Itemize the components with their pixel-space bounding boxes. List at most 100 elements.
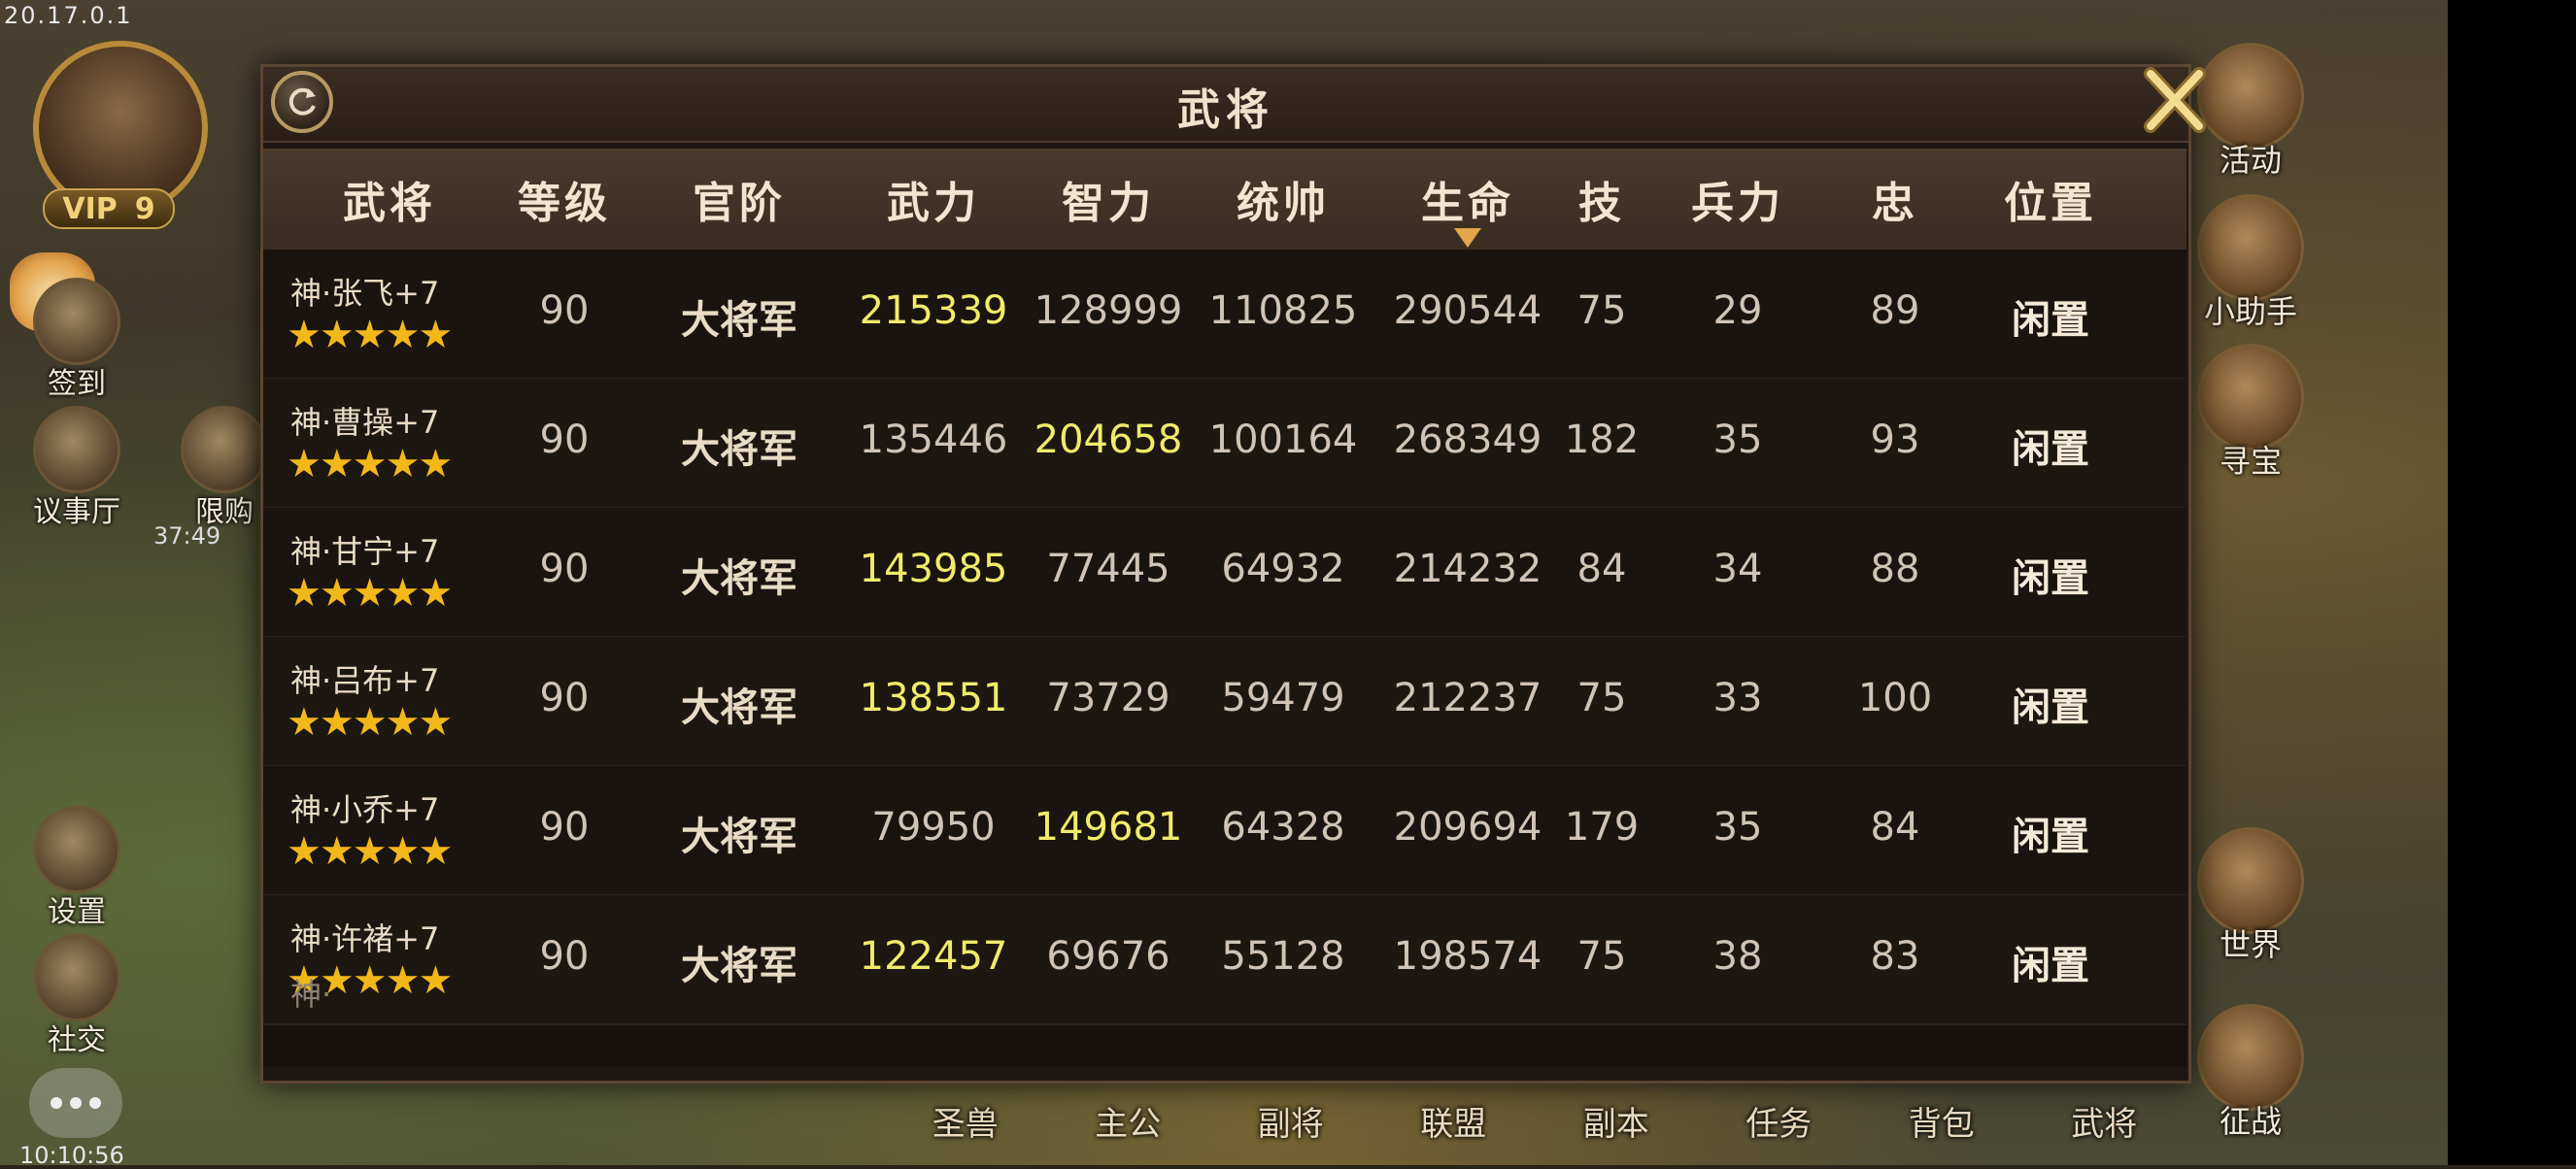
- cell-command: 55128: [1221, 934, 1345, 979]
- chat-button[interactable]: [29, 1068, 122, 1138]
- dragon-world-icon: [2197, 827, 2304, 934]
- generals-table: 武将 等级 官阶 武力 智力 统帅 生命 技 兵力 忠 位置 神·张飞+7 ★★★…: [263, 149, 2186, 1067]
- column-header-troops[interactable]: 兵力: [1650, 168, 1825, 230]
- star-rating-icon: ★★★★★: [287, 313, 453, 357]
- nav-item-dungeon[interactable]: 副本: [1535, 1097, 1698, 1155]
- cell-level: 90: [539, 805, 590, 850]
- cell-force: 215339: [859, 288, 1008, 333]
- cell-skill: 75: [1576, 934, 1627, 979]
- general-name: 神·甘宁+7: [290, 533, 440, 570]
- column-header-command[interactable]: 统帅: [1196, 168, 1371, 230]
- chat-dot-icon: [89, 1097, 101, 1109]
- cell-life: 212237: [1393, 676, 1542, 720]
- cell-skill: 182: [1564, 418, 1640, 462]
- cell-life: 209694: [1393, 805, 1542, 850]
- cell-rank: 大将军: [681, 556, 797, 601]
- sidebar-item-label: 设置: [48, 895, 106, 929]
- close-icon: [2144, 67, 2206, 133]
- sort-descending-icon: [1454, 228, 1481, 248]
- cell-rank: 大将军: [681, 815, 797, 859]
- column-header-life[interactable]: 生命: [1380, 168, 1555, 230]
- table-row[interactable]: 神·许褚+7 ★★★★★ 90 大将军 122457 69676 55128 198574 75…: [263, 895, 2186, 1025]
- cell-command: 59479: [1221, 676, 1345, 720]
- table-row[interactable]: 神·小乔+7 ★★★★★ 90 大将军 79950 149681 64328 209694 17…: [263, 766, 2186, 896]
- sidebar-item-sign-in[interactable]: 签到: [23, 278, 130, 402]
- version-label: 20.17.0.1: [4, 2, 133, 29]
- cell-intel: 128999: [1034, 288, 1183, 333]
- nav-item-quests[interactable]: 任务: [1698, 1097, 1861, 1155]
- cell-level: 90: [539, 288, 590, 333]
- sidebar-item-world[interactable]: 世界: [2187, 827, 2314, 965]
- cell-life: 268349: [1393, 418, 1542, 462]
- vip-level: 9: [134, 191, 155, 226]
- column-header-skill[interactable]: 技: [1563, 168, 1641, 230]
- dragon-battle-icon: [2197, 1004, 2304, 1111]
- cell-position[interactable]: 闲置: [1963, 547, 2138, 603]
- cell-troops: 29: [1712, 288, 1763, 333]
- dialog-title: 武将: [1177, 85, 1274, 135]
- star-rating-icon: ★★★★★: [287, 829, 453, 874]
- sidebar-item-council-hall[interactable]: 议事厅: [23, 406, 130, 530]
- sidebar-item-label: 议事厅: [33, 495, 120, 529]
- column-header-force[interactable]: 武力: [846, 168, 1021, 230]
- cell-rank: 大将军: [681, 685, 797, 730]
- vip-label: VIP: [62, 191, 118, 226]
- sidebar-item-label: 世界: [2219, 926, 2282, 963]
- nav-item-generals[interactable]: 武将: [2023, 1097, 2186, 1155]
- treasure-chest-icon: [2197, 344, 2304, 451]
- chat-dot-icon: [51, 1097, 62, 1109]
- column-header-intel[interactable]: 智力: [1021, 168, 1196, 230]
- nav-item-sacred-beast[interactable]: 圣兽: [884, 1097, 1047, 1155]
- table-row[interactable]: 神·张飞+7 ★★★★★ 90 大将军 215339 128999 110825 290544…: [263, 250, 2186, 380]
- table-row[interactable]: 神·吕布+7 ★★★★★ 90 大将军 138551 73729 59479 212237 75…: [263, 637, 2186, 767]
- table-row[interactable]: 神·甘宁+7 ★★★★★ 90 大将军 143985 77445 64932 214232 84…: [263, 508, 2186, 638]
- cell-intel: 204658: [1034, 418, 1183, 462]
- cell-position[interactable]: 闲置: [1963, 288, 2138, 345]
- nav-item-alliance[interactable]: 联盟: [1373, 1097, 1536, 1155]
- column-header-level[interactable]: 等级: [487, 168, 642, 230]
- cell-skill: 84: [1576, 547, 1627, 591]
- cell-rank: 大将军: [681, 944, 797, 988]
- screen-edge-bar: [2448, 0, 2576, 1165]
- nav-item-lord[interactable]: 主公: [1047, 1097, 1210, 1155]
- cell-skill: 75: [1576, 288, 1627, 333]
- sidebar-item-label: 小助手: [2203, 293, 2297, 330]
- cell-command: 110825: [1208, 288, 1358, 333]
- general-name: 神·曹操+7: [290, 404, 440, 441]
- column-header-position[interactable]: 位置: [1963, 168, 2138, 230]
- sidebar-item-settings[interactable]: 设置: [23, 806, 130, 930]
- bottom-nav: 圣兽 主公 副将 联盟 副本 任务 背包 武将: [884, 1097, 2186, 1155]
- cell-command: 64932: [1221, 547, 1345, 591]
- column-header-loyalty[interactable]: 忠: [1837, 168, 1953, 230]
- cell-level: 90: [539, 934, 590, 979]
- nav-item-backpack[interactable]: 背包: [1860, 1097, 2023, 1155]
- cell-troops: 38: [1712, 934, 1763, 979]
- close-button[interactable]: [2138, 63, 2212, 137]
- cell-loyalty: 89: [1870, 288, 1920, 333]
- cell-position[interactable]: 闲置: [1963, 934, 2138, 990]
- chat-dot-icon: [70, 1097, 82, 1109]
- column-header-rank[interactable]: 官阶: [652, 168, 827, 230]
- cell-force: 138551: [859, 676, 1008, 720]
- sidebar-item-campaign[interactable]: 征战: [2187, 1004, 2314, 1142]
- cell-position[interactable]: 闲置: [1963, 418, 2138, 474]
- cell-life: 198574: [1393, 934, 1542, 979]
- sidebar-item-treasure-hunt[interactable]: 寻宝: [2187, 344, 2314, 482]
- cell-intel: 77445: [1046, 547, 1170, 591]
- cell-position[interactable]: 闲置: [1963, 805, 2138, 861]
- cell-position[interactable]: 闲置: [1963, 676, 2138, 732]
- cell-life: 214232: [1393, 547, 1542, 591]
- sidebar-item-assistant[interactable]: 小助手: [2187, 194, 2314, 332]
- cell-loyalty: 88: [1870, 547, 1920, 591]
- nav-item-deputy[interactable]: 副将: [1209, 1097, 1373, 1155]
- table-row[interactable]: 神·曹操+7 ★★★★★ 90 大将军 135446 204658 100164 268349…: [263, 379, 2186, 509]
- cell-troops: 33: [1712, 676, 1763, 720]
- sidebar-item-social[interactable]: 社交: [23, 934, 130, 1058]
- cell-force: 122457: [859, 934, 1008, 979]
- cell-intel: 69676: [1046, 934, 1170, 979]
- cell-skill: 179: [1564, 805, 1640, 850]
- column-header-general[interactable]: 武将: [302, 168, 477, 230]
- sidebar-item-label: 寻宝: [2219, 443, 2282, 480]
- cell-loyalty: 84: [1870, 805, 1920, 850]
- vip-badge[interactable]: VIP 9: [43, 188, 175, 229]
